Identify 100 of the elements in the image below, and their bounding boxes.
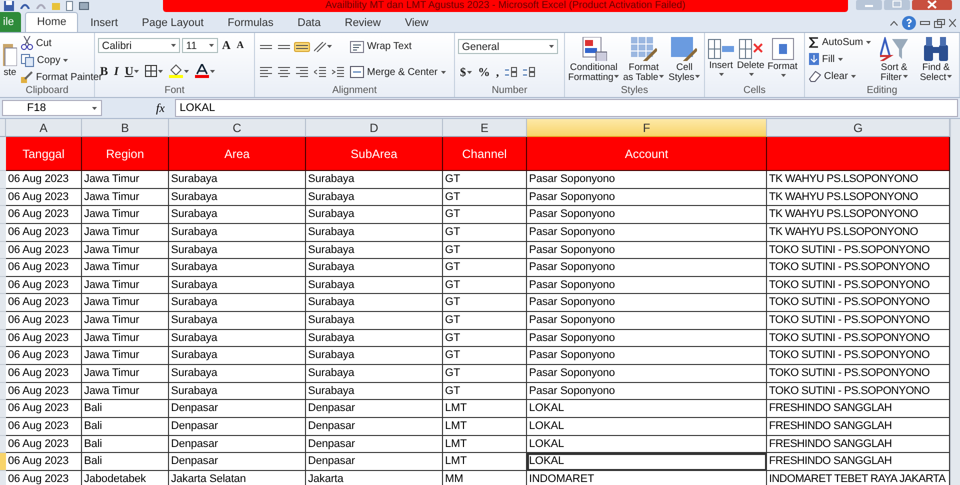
table-cell[interactable]: Denpasar [306, 453, 443, 471]
row-header[interactable] [0, 330, 6, 348]
table-cell[interactable]: Surabaya [169, 312, 306, 330]
row-header[interactable] [0, 259, 6, 277]
column-header[interactable]: F [527, 119, 767, 137]
table-cell[interactable]: 06 Aug 2023 [6, 453, 82, 471]
table-cell[interactable]: Pasar Soponyono [527, 382, 767, 400]
table-cell[interactable]: Pasar Soponyono [527, 312, 767, 330]
table-cell[interactable]: Pasar Soponyono [527, 347, 767, 366]
table-cell[interactable]: 06 Aug 2023 [6, 171, 82, 189]
table-cell[interactable]: Surabaya [169, 224, 306, 242]
row-header[interactable] [0, 276, 6, 294]
table-cell[interactable]: Pasar Soponyono [527, 171, 767, 189]
toolbar-button[interactable] [143, 62, 166, 80]
restore-icon[interactable] [934, 18, 945, 28]
row-header[interactable] [0, 171, 6, 189]
ribbon-button[interactable]: Cell Styles [668, 36, 701, 82]
table-cell[interactable]: Surabaya [306, 206, 443, 224]
table-cell[interactable]: Surabaya [306, 330, 443, 348]
column-header[interactable]: D [306, 119, 443, 137]
table-cell[interactable]: FRESHINDO SANGGLAH [767, 400, 950, 418]
toolbar-button[interactable] [521, 64, 537, 80]
table-cell[interactable]: GT [443, 206, 527, 224]
table-cell[interactable]: Jawa Timur [82, 312, 169, 330]
table-cell[interactable]: TOKO SUTINI - PS.SOPONYONO [767, 312, 950, 330]
row-header[interactable] [0, 188, 6, 206]
table-cell[interactable]: Jawa Timur [82, 242, 169, 260]
table-cell[interactable]: Surabaya [169, 276, 306, 294]
ribbon-button[interactable]: ste [3, 42, 17, 78]
table-cell[interactable]: TK WAHYU PS.LSOPONYONO [767, 206, 950, 224]
close-icon[interactable] [949, 19, 956, 27]
ribbon-tab[interactable]: Formulas [216, 13, 286, 32]
row-header[interactable] [0, 294, 6, 312]
table-cell[interactable]: Pasar Soponyono [527, 276, 767, 294]
ribbon-button[interactable]: Clear [808, 71, 857, 82]
table-cell[interactable]: 06 Aug 2023 [6, 276, 82, 294]
table-cell[interactable]: LMT [443, 436, 527, 454]
redo-icon[interactable] [36, 3, 46, 9]
table-cell[interactable]: 06 Aug 2023 [6, 382, 82, 400]
table-cell[interactable]: Surabaya [306, 259, 443, 277]
table-cell[interactable]: TK WAHYU PS.LSOPONYONO [767, 188, 950, 206]
ribbon-button[interactable]: Find & Select [916, 36, 956, 82]
table-cell[interactable]: TOKO SUTINI - PS.SOPONYONO [767, 294, 950, 312]
row-header[interactable] [0, 418, 6, 436]
table-cell[interactable]: Surabaya [169, 171, 306, 189]
table-cell[interactable]: TOKO SUTINI - PS.SOPONYONO [767, 276, 950, 294]
table-cell[interactable]: Surabaya [306, 171, 443, 189]
table-cell[interactable]: LMT [443, 418, 527, 436]
table-cell[interactable]: Surabaya [169, 294, 306, 312]
table-cell[interactable]: Pasar Soponyono [527, 330, 767, 348]
table-cell[interactable]: Denpasar [169, 453, 306, 471]
table-cell[interactable]: Pasar Soponyono [527, 188, 767, 206]
table-cell[interactable]: Jawa Timur [82, 294, 169, 312]
table-cell[interactable]: 06 Aug 2023 [6, 330, 82, 348]
table-cell[interactable]: Denpasar [306, 436, 443, 454]
table-cell[interactable]: LOKAL [527, 400, 767, 418]
table-cell[interactable]: LOKAL [527, 436, 767, 454]
ribbon-button[interactable]: Insert [708, 38, 734, 80]
row-header[interactable] [0, 312, 6, 330]
table-cell[interactable]: MM [443, 470, 527, 485]
table-cell[interactable]: Bali [82, 436, 169, 454]
table-cell[interactable]: Surabaya [169, 259, 306, 277]
table-cell[interactable]: Jawa Timur [82, 259, 169, 277]
help-icon[interactable] [902, 16, 916, 30]
table-cell[interactable]: Denpasar [169, 418, 306, 436]
table-cell[interactable]: GT [443, 294, 527, 312]
table-cell[interactable]: 06 Aug 2023 [6, 347, 82, 366]
table-cell[interactable]: Jawa Timur [82, 382, 169, 400]
table-cell[interactable]: Bali [82, 418, 169, 436]
table-cell[interactable]: 06 Aug 2023 [6, 418, 82, 436]
table-cell[interactable]: Surabaya [169, 330, 306, 348]
table-cell[interactable]: Surabaya [306, 365, 443, 383]
table-cell[interactable]: Surabaya [306, 276, 443, 294]
ribbon-button[interactable]: Cut [20, 36, 53, 50]
table-cell[interactable]: Jawa Timur [82, 188, 169, 206]
table-cell[interactable]: Jawa Timur [82, 224, 169, 242]
page-icon[interactable] [66, 1, 73, 11]
table-cell[interactable]: Denpasar [169, 400, 306, 418]
dropdown-field[interactable]: 11 [182, 38, 218, 53]
row-header[interactable] [0, 436, 6, 454]
formula-field[interactable]: LOKAL [174, 99, 958, 117]
table-cell[interactable]: 06 Aug 2023 [6, 188, 82, 206]
table-cell[interactable]: TOKO SUTINI - PS.SOPONYONO [767, 365, 950, 383]
table-cell[interactable]: 06 Aug 2023 [6, 365, 82, 383]
table-cell[interactable]: Surabaya [306, 188, 443, 206]
table-cell[interactable]: Denpasar [306, 418, 443, 436]
table-cell[interactable]: 06 Aug 2023 [6, 259, 82, 277]
table-cell[interactable]: GT [443, 330, 527, 348]
select-all-button[interactable] [0, 119, 6, 137]
table-cell[interactable]: Bali [82, 400, 169, 418]
row-header[interactable] [0, 206, 6, 224]
table-cell[interactable]: Surabaya [169, 365, 306, 383]
table-cell[interactable]: Surabaya [306, 312, 443, 330]
ribbon-button[interactable]: Merge & Center [349, 66, 447, 78]
table-cell[interactable]: FRESHINDO SANGGLAH [767, 418, 950, 436]
column-header[interactable]: C [169, 119, 306, 137]
table-cell[interactable]: 06 Aug 2023 [6, 206, 82, 224]
maximize-icon[interactable] [884, 0, 910, 10]
print-icon[interactable] [79, 2, 89, 10]
ribbon-button[interactable]: Wrap Text [349, 40, 413, 53]
